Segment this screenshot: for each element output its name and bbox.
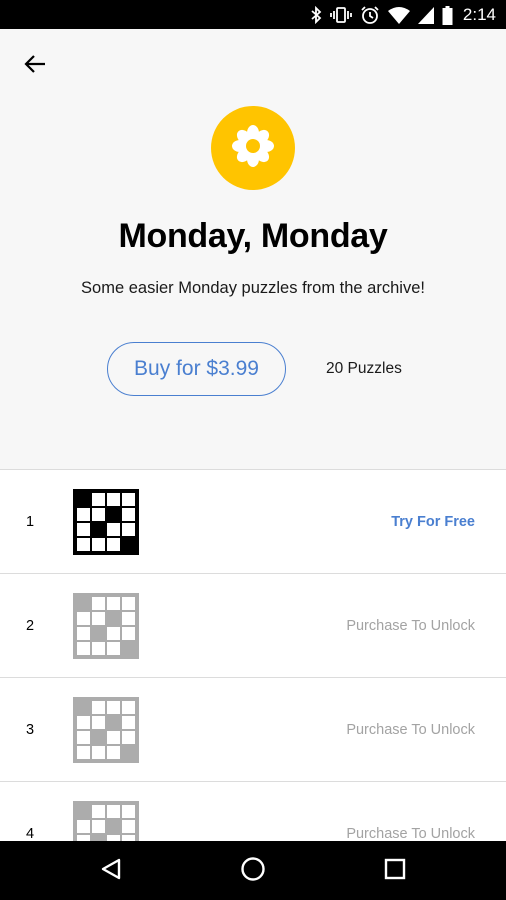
puzzle-row-4[interactable]: 4 Purchase To Unlock [0, 782, 506, 841]
crossword-thumbnail-locked-icon [73, 697, 139, 763]
puzzle-number: 1 [26, 514, 35, 530]
back-triangle-icon [99, 857, 123, 886]
wifi-icon [387, 6, 410, 24]
alarm-icon [360, 5, 380, 25]
crossword-thumbnail-locked-icon [73, 801, 139, 841]
puzzle-row-1[interactable]: 1 Try For Free [0, 470, 506, 574]
puzzle-list: 1 Try For Free 2 Purchase To Unlock 3 Pu… [0, 469, 506, 841]
puzzle-count: 20 Puzzles [326, 360, 402, 377]
flower-icon [229, 122, 277, 175]
bluetooth-icon [310, 6, 322, 24]
status-icons: 2:14 [310, 4, 496, 26]
pack-subtitle: Some easier Monday puzzles from the arch… [81, 279, 425, 297]
buy-button[interactable]: Buy for $3.99 [107, 342, 286, 396]
status-time: 2:14 [462, 5, 496, 24]
pack-title: Monday, Monday [118, 217, 388, 255]
nav-back-button[interactable] [95, 855, 127, 887]
nav-home-button[interactable] [237, 855, 269, 887]
arrow-left-icon [24, 54, 46, 79]
home-circle-icon [240, 856, 266, 887]
puzzle-row-2[interactable]: 2 Purchase To Unlock [0, 574, 506, 678]
purchase-to-unlock-label: Purchase To Unlock [346, 618, 475, 634]
purchase-to-unlock-label: Purchase To Unlock [346, 722, 475, 738]
recents-square-icon [384, 858, 406, 885]
puzzle-number: 3 [26, 722, 35, 738]
back-button[interactable] [18, 49, 52, 83]
status-bar: 2:14 [0, 0, 506, 29]
vibrate-icon [330, 6, 352, 24]
pack-icon [211, 106, 295, 190]
battery-icon [442, 5, 453, 25]
nav-recents-button[interactable] [379, 855, 411, 887]
puzzle-row-3[interactable]: 3 Purchase To Unlock [0, 678, 506, 782]
purchase-to-unlock-label: Purchase To Unlock [346, 826, 475, 841]
crossword-thumbnail-icon [73, 489, 139, 555]
try-for-free-link[interactable]: Try For Free [391, 514, 475, 530]
system-nav-bar [0, 841, 506, 900]
crossword-thumbnail-locked-icon [73, 593, 139, 659]
pack-header: Monday, Monday Some easier Monday puzzle… [0, 29, 506, 469]
puzzle-number: 4 [26, 826, 35, 841]
signal-icon [417, 6, 434, 24]
puzzle-number: 2 [26, 618, 35, 634]
